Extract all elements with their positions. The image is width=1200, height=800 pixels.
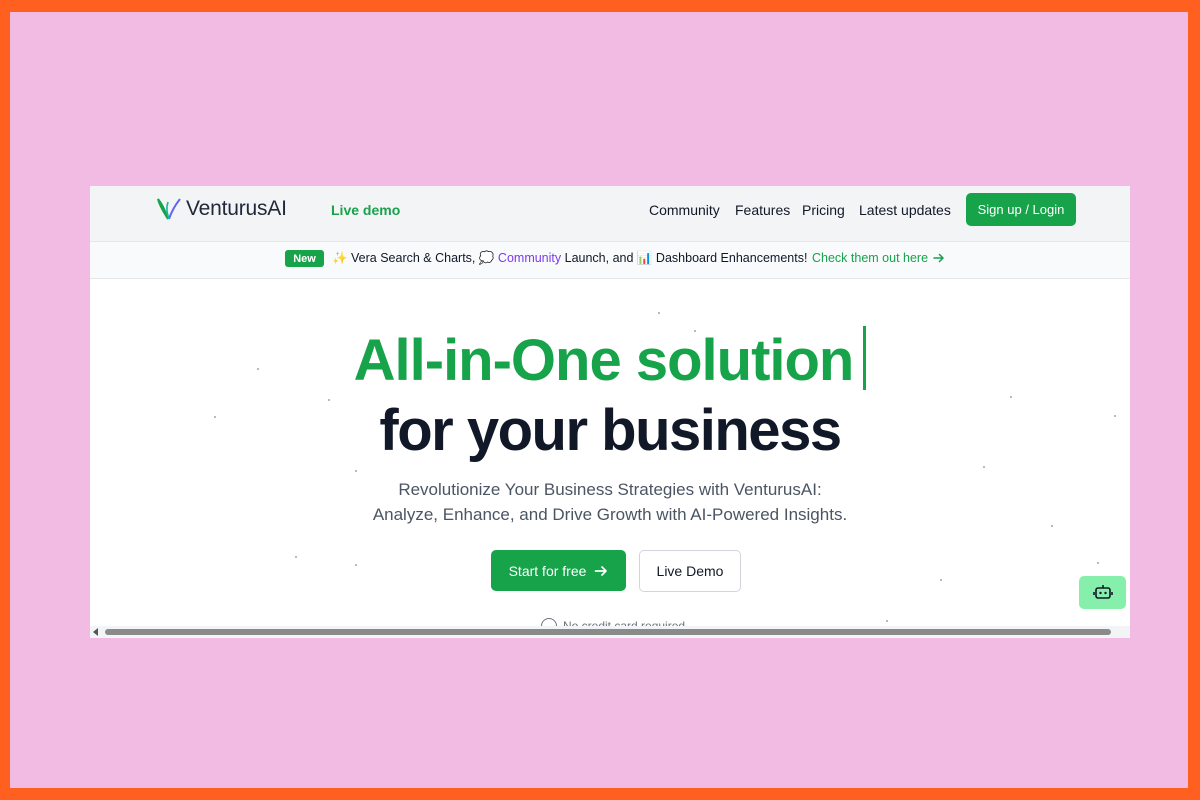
scrollbar-thumb[interactable] (105, 629, 1111, 635)
hero-subtitle-line-1: Revolutionize Your Business Strategies w… (398, 480, 822, 499)
hero-heading-line-1: All-in-One solution (90, 326, 1130, 396)
check-them-out-link[interactable]: Check them out here (812, 251, 945, 265)
brand-name[interactable]: VenturusAI (186, 197, 287, 221)
pink-frame: VenturusAI Live demo Community Features … (10, 12, 1188, 788)
particle (355, 564, 357, 566)
nav-pricing[interactable]: Pricing (802, 202, 845, 218)
particle (1097, 562, 1099, 564)
arrow-right-icon (933, 253, 944, 263)
start-for-free-label: Start for free (508, 562, 587, 579)
chat-bot-button[interactable] (1079, 576, 1126, 609)
horizontal-scrollbar[interactable] (90, 626, 1130, 638)
hero-heading-line-2: for your business (379, 398, 842, 463)
live-demo-link[interactable]: Live demo (331, 202, 400, 218)
chat-bot-icon (1092, 584, 1113, 599)
arrow-right-icon (595, 565, 608, 576)
nav-latest-updates[interactable]: Latest updates (859, 202, 951, 218)
hero-subtitle: Revolutionize Your Business Strategies w… (90, 477, 1130, 527)
typing-caret (863, 326, 867, 390)
new-badge: New (285, 250, 324, 267)
particle (355, 470, 357, 472)
announcement-bar: New ✨ Vera Search & Charts, 💭 Community … (90, 242, 1130, 279)
hero-heading-line-1-text: All-in-One solution (353, 328, 855, 393)
particle (940, 579, 942, 581)
announcement-part-2: Launch, and 📊 Dashboard Enhancements! (561, 251, 808, 265)
start-for-free-button[interactable]: Start for free (491, 550, 626, 591)
particle (983, 466, 985, 468)
site-header: VenturusAI Live demo Community Features … (90, 186, 1130, 242)
nav-features[interactable]: Features (735, 202, 790, 218)
signup-login-button[interactable]: Sign up / Login (966, 193, 1076, 226)
live-demo-button[interactable]: Live Demo (639, 550, 741, 592)
hero-subtitle-line-2: Analyze, Enhance, and Drive Growth with … (372, 505, 848, 524)
check-them-out-label: Check them out here (812, 251, 929, 265)
announcement-part-1: ✨ Vera Search & Charts, 💭 (332, 251, 498, 265)
particle (295, 556, 297, 558)
nav-community[interactable]: Community (649, 202, 720, 218)
particle (658, 312, 660, 314)
announcement-community: Community (497, 251, 562, 265)
announcement-text: ✨ Vera Search & Charts, 💭 Community Laun… (332, 251, 807, 266)
browser-viewport: VenturusAI Live demo Community Features … (90, 186, 1130, 638)
particle (886, 620, 888, 622)
v-leaf-logo-icon[interactable] (156, 196, 182, 222)
scroll-left-arrow-icon[interactable] (93, 628, 98, 636)
